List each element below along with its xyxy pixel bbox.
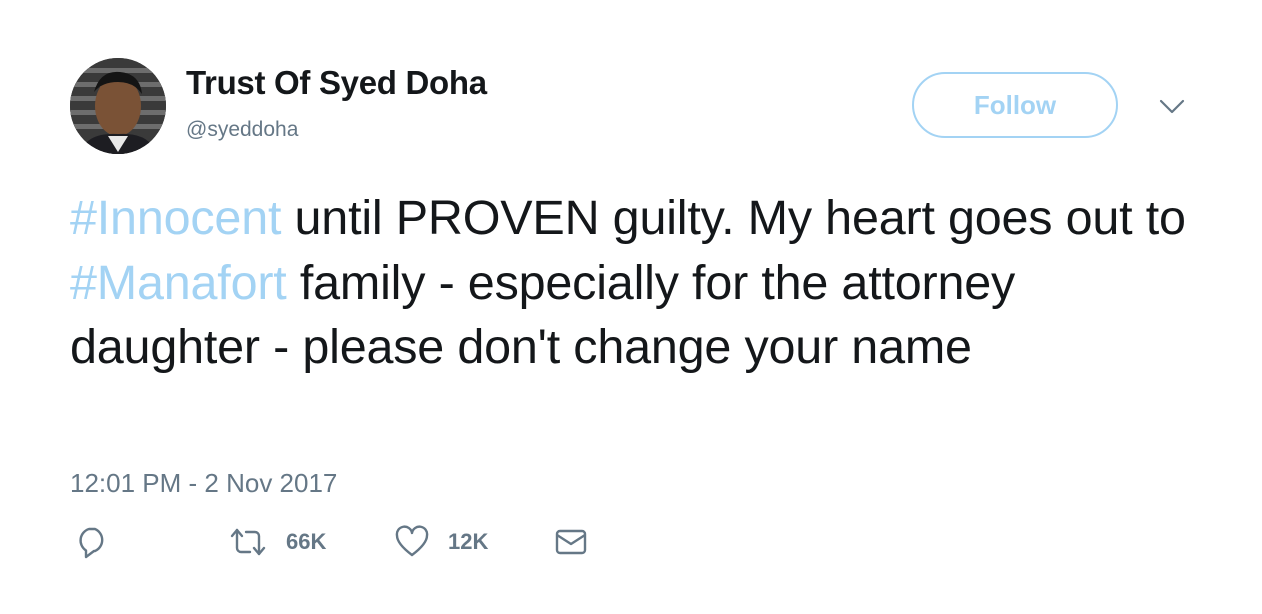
tweet-text-segment: until PROVEN guilty. My heart goes out t… (281, 191, 1186, 245)
reply-button[interactable] (74, 522, 110, 562)
tweet-timestamp[interactable]: 12:01 PM - 2 Nov 2017 (70, 468, 337, 499)
direct-message-button[interactable] (554, 522, 588, 562)
chevron-down-icon (1159, 99, 1185, 114)
avatar[interactable] (70, 58, 166, 154)
hashtag-manafort[interactable]: #Manafort (70, 256, 287, 310)
heart-icon (395, 525, 429, 557)
envelope-icon (555, 529, 587, 555)
display-name[interactable]: Trust Of Syed Doha (186, 64, 487, 102)
like-count: 12K (448, 529, 489, 554)
follow-button[interactable]: Follow (912, 72, 1118, 138)
retweet-button[interactable]: 66K (228, 522, 326, 562)
retweet-icon (230, 528, 266, 556)
retweet-count: 66K (286, 529, 327, 554)
like-button[interactable]: 12K (394, 522, 488, 562)
tweet-text: #Innocent until PROVEN guilty. My heart … (70, 186, 1190, 380)
user-handle[interactable]: @syeddoha (186, 118, 298, 142)
more-options-button[interactable] (1158, 94, 1186, 118)
hashtag-innocent[interactable]: #Innocent (70, 191, 281, 245)
reply-icon (79, 527, 104, 559)
profile-photo (70, 58, 166, 154)
